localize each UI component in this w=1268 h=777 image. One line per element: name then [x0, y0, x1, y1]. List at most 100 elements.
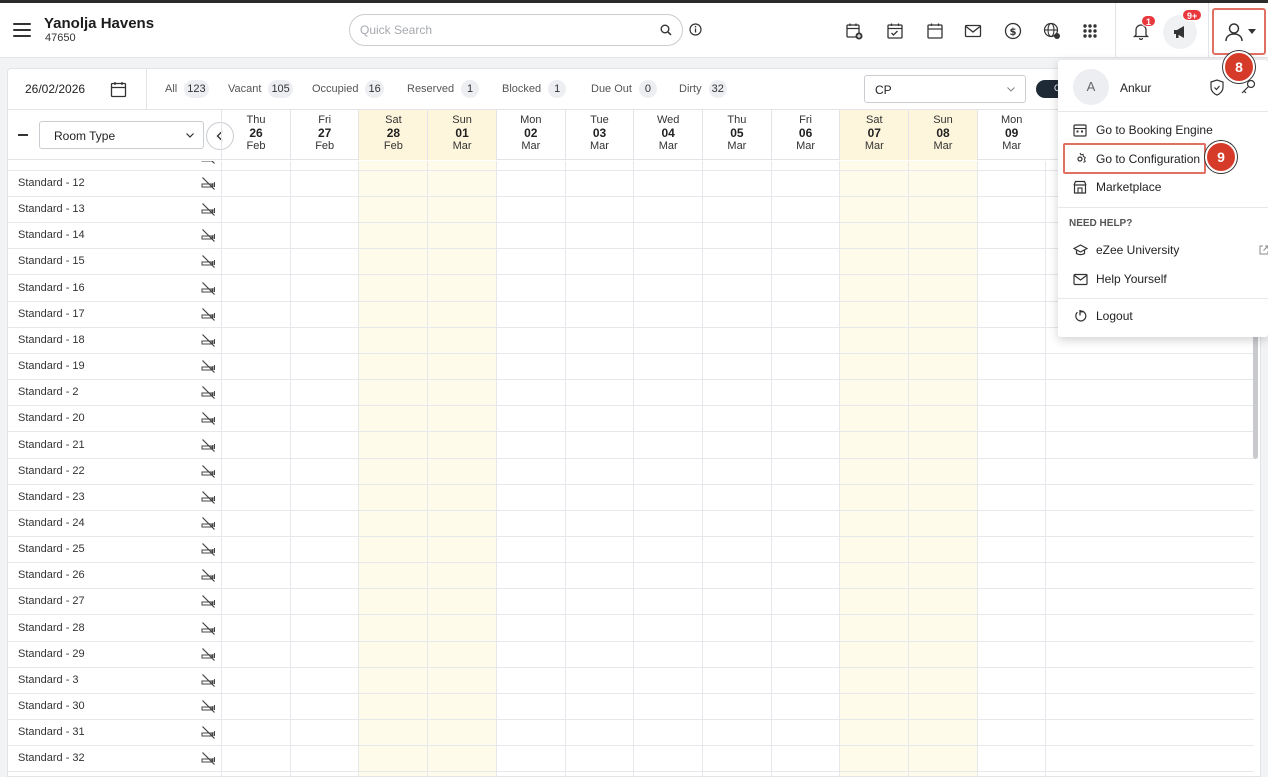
- room-name: Standard - 18: [18, 333, 85, 346]
- calendar-add-icon[interactable]: [843, 20, 865, 42]
- table-row[interactable]: Standard - 32: [8, 746, 1254, 773]
- month: Mar: [1002, 140, 1022, 152]
- stat-label: Occupied: [312, 83, 359, 95]
- need-help-heading: NEED HELP?: [1069, 218, 1133, 229]
- search-input[interactable]: [360, 15, 640, 45]
- table-row[interactable]: Standard - 22: [8, 459, 1254, 485]
- calendar-icon[interactable]: [924, 20, 946, 42]
- menu-item-logout[interactable]: Logout: [1058, 303, 1268, 329]
- rate-plan-value: CP: [875, 83, 892, 97]
- shield-icon[interactable]: [1209, 79, 1225, 96]
- no-smoking-icon: [201, 333, 216, 351]
- menu-item-help-yourself[interactable]: Help Yourself: [1058, 266, 1268, 292]
- table-row[interactable]: Standard - 23: [8, 485, 1254, 511]
- room-type-select[interactable]: Room Type: [39, 121, 204, 149]
- info-icon[interactable]: [689, 23, 702, 36]
- stat-count: 1: [548, 80, 567, 98]
- store-icon: [1072, 180, 1088, 194]
- day-number: 03: [592, 126, 607, 140]
- day-of-week: Tue: [590, 114, 609, 126]
- room-name: Standard - 26: [18, 569, 85, 582]
- apps-grid-icon[interactable]: [1079, 20, 1101, 42]
- table-row[interactable]: Standard - 30: [8, 694, 1254, 720]
- user-icon: [1224, 22, 1243, 41]
- vertical-scrollbar[interactable]: [1253, 319, 1258, 459]
- date-column-header: Mon 02 Mar: [495, 110, 565, 160]
- day-of-week: Wed: [656, 114, 680, 126]
- day-number: 06: [798, 126, 813, 140]
- month: Mar: [658, 140, 678, 152]
- table-row[interactable]: Standard - 3: [8, 668, 1254, 694]
- filter-reserved[interactable]: Reserved 1: [407, 80, 480, 98]
- no-smoking-icon: [201, 725, 216, 743]
- calendar-check-icon[interactable]: [884, 20, 906, 42]
- currency-icon[interactable]: $: [1002, 20, 1024, 42]
- table-row[interactable]: Standard - 29: [8, 642, 1254, 668]
- filter-vacant[interactable]: Vacant 105: [228, 80, 293, 98]
- announcement-badge: 9+: [1182, 9, 1203, 21]
- menu-icon[interactable]: [13, 23, 31, 37]
- menu-item-label: Marketplace: [1096, 180, 1162, 194]
- table-row[interactable]: Standard - 31: [8, 720, 1254, 747]
- month: Mar: [933, 140, 953, 152]
- day-of-week: Fri: [799, 114, 812, 126]
- day-of-week: Mon: [520, 114, 542, 126]
- mail-icon[interactable]: [962, 20, 984, 42]
- table-row[interactable]: Standard - 27: [8, 589, 1254, 616]
- stat-count: 123: [184, 80, 209, 98]
- collapse-all-icon[interactable]: [18, 134, 28, 136]
- rate-plan-select[interactable]: CP: [864, 75, 1026, 103]
- calendar-icon[interactable]: [110, 81, 127, 98]
- booking-engine-icon: [1072, 123, 1088, 137]
- date-display[interactable]: 26/02/2026: [25, 82, 85, 96]
- day-number: 05: [730, 126, 744, 140]
- no-smoking-icon: [201, 411, 216, 429]
- table-row[interactable]: Standard - 20: [8, 406, 1254, 433]
- top-header: Yanolja Havens 47650 $ 1 9+: [0, 3, 1268, 58]
- menu-item-ezee-university[interactable]: eZee University: [1058, 237, 1268, 263]
- notification-badge: 1: [1141, 15, 1157, 27]
- filter-dirty[interactable]: Dirty 32: [679, 80, 727, 98]
- table-row[interactable]: Standard - 28: [8, 616, 1254, 642]
- date-column-header: Sat 07 Mar: [839, 110, 909, 160]
- no-smoking-icon: [201, 438, 216, 456]
- room-name: Standard - 20: [18, 412, 85, 425]
- search-icon[interactable]: [660, 24, 672, 36]
- stat-label: Blocked: [502, 83, 542, 95]
- menu-item-marketplace[interactable]: Marketplace: [1058, 174, 1268, 200]
- table-row[interactable]: Standard - 21: [8, 433, 1254, 459]
- date-column-header: Sun 01 Mar: [427, 110, 497, 160]
- room-name: Standard - 22: [18, 464, 85, 477]
- filter-all[interactable]: All 123: [165, 80, 209, 98]
- table-row[interactable]: Standard - 26: [8, 563, 1254, 590]
- step-marker-9: 9: [1205, 141, 1237, 173]
- stat-label: All: [165, 83, 178, 95]
- day-of-week: Fri: [318, 114, 332, 126]
- property-code: 47650: [45, 32, 76, 44]
- globe-icon[interactable]: [1041, 20, 1063, 42]
- table-row[interactable]: Standard - 25: [8, 537, 1254, 564]
- menu-item-booking-engine[interactable]: Go to Booking Engine: [1058, 117, 1268, 143]
- day-of-week: Sat: [866, 114, 883, 126]
- filter-occupied[interactable]: Occupied 16: [312, 80, 384, 98]
- avatar: A: [1073, 69, 1109, 105]
- user-menu-button[interactable]: [1212, 8, 1266, 55]
- stat-count: 1: [461, 80, 480, 98]
- no-smoking-icon: [201, 385, 216, 403]
- table-row[interactable]: Standard - 2: [8, 380, 1254, 407]
- graduation-cap-icon: [1072, 243, 1088, 257]
- filter-due-out[interactable]: Due Out 0: [591, 80, 657, 98]
- date-column-header: Wed 04 Mar: [633, 110, 702, 160]
- megaphone-icon: [1174, 26, 1184, 38]
- menu-item-label: Logout: [1096, 309, 1133, 323]
- day-of-week: Thu: [246, 114, 266, 126]
- stat-label: Reserved: [407, 83, 455, 95]
- month: Mar: [796, 140, 816, 152]
- filter-blocked[interactable]: Blocked 1: [502, 80, 567, 98]
- room-type-label: Room Type: [54, 129, 116, 143]
- table-row[interactable]: Standard - 19: [8, 354, 1254, 381]
- stat-label: Vacant: [228, 83, 262, 95]
- table-row[interactable]: Standard - 24: [8, 511, 1254, 537]
- stat-count: 32: [708, 80, 727, 98]
- room-name: Standard - 12: [18, 177, 85, 189]
